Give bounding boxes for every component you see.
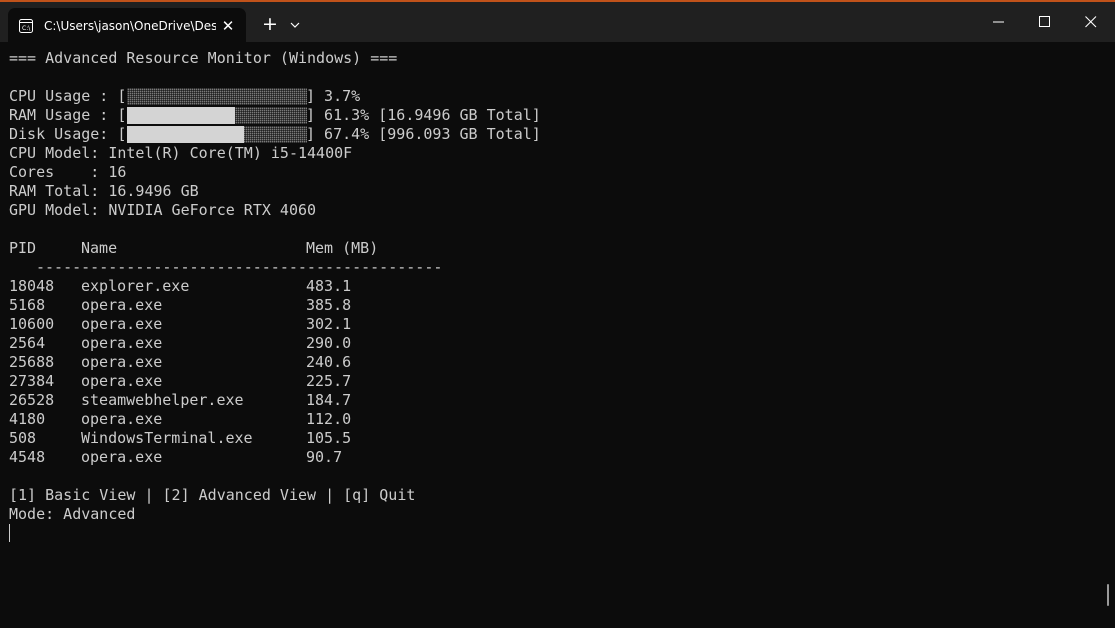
table-row-pid: 4548 <box>9 448 46 466</box>
table-row-name: opera.exe <box>81 448 163 466</box>
table-row-pid: 5168 <box>9 296 46 314</box>
cpu-model: CPU Model: Intel(R) Core(TM) i5-14400F <box>9 144 353 162</box>
close-window-button[interactable] <box>1068 2 1114 42</box>
ram-usage-label: RAM Usage : [ <box>9 106 127 124</box>
table-row-name: opera.exe <box>81 372 163 390</box>
mode-status: Mode: Advanced <box>9 505 136 523</box>
cpu-usage-label: CPU Usage : [ <box>9 87 127 105</box>
disk-usage-label: Disk Usage: [ <box>9 125 127 143</box>
ram-usage-bar-fill <box>127 107 235 124</box>
table-row-mem: 105.5 <box>306 429 352 447</box>
svg-text:C:\: C:\ <box>22 25 31 32</box>
table-separator: ----------------------------------------… <box>36 258 443 276</box>
table-row-name: opera.exe <box>81 334 163 352</box>
table-row-pid: 26528 <box>9 391 55 409</box>
minimize-button[interactable] <box>976 2 1022 42</box>
table-row-mem: 225.7 <box>306 372 352 390</box>
table-row-name: opera.exe <box>81 315 163 333</box>
table-header-mem: Mem (MB) <box>306 239 379 257</box>
terminal-window: C:\ C:\Users\jason\OneDrive\Desl ✕ + ===… <box>0 0 1115 628</box>
chevron-down-icon[interactable] <box>289 16 309 36</box>
gpu-model: GPU Model: NVIDIA GeForce RTX 4060 <box>9 201 317 219</box>
ram-usage-value: ] 61.3% [16.9496 GB Total] <box>306 106 541 124</box>
table-row-name: opera.exe <box>81 410 163 428</box>
table-row-mem: 385.8 <box>306 296 352 314</box>
minimize-icon <box>993 21 1004 23</box>
scrollbar-thumb[interactable] <box>1107 584 1109 606</box>
tab-close-icon[interactable]: ✕ <box>218 16 238 36</box>
table-row-pid: 25688 <box>9 353 55 371</box>
terminal-output[interactable]: === Advanced Resource Monitor (Windows) … <box>0 42 1115 628</box>
disk-usage-bar-fill <box>127 126 244 143</box>
new-tab-button[interactable]: + <box>258 13 282 37</box>
table-row-name: opera.exe <box>81 353 163 371</box>
tab-title: C:\Users\jason\OneDrive\Desl <box>44 19 216 33</box>
table-row-pid: 27384 <box>9 372 55 390</box>
terminal-tab[interactable]: C:\ C:\Users\jason\OneDrive\Desl ✕ <box>8 8 246 42</box>
ram-total: RAM Total: 16.9496 GB <box>9 182 199 200</box>
cpu-usage-value: ] 3.7% <box>306 87 361 105</box>
disk-usage-value: ] 67.4% [996.093 GB Total] <box>306 125 541 143</box>
maximize-button[interactable] <box>1022 2 1068 42</box>
command-prompt-icon: C:\ <box>19 18 33 33</box>
table-header-name: Name <box>81 239 118 257</box>
table-header-pid: PID <box>9 239 37 257</box>
text-cursor <box>9 524 10 542</box>
table-row-name: explorer.exe <box>81 277 190 295</box>
table-row-mem: 240.6 <box>306 353 352 371</box>
cpu-usage-bar-empty <box>127 88 307 105</box>
table-row-mem: 302.1 <box>306 315 352 333</box>
cores: Cores : 16 <box>9 163 127 181</box>
table-row-mem: 290.0 <box>306 334 352 352</box>
table-row-mem: 184.7 <box>306 391 352 409</box>
table-row-name: opera.exe <box>81 296 163 314</box>
table-row-pid: 2564 <box>9 334 46 352</box>
table-row-mem: 112.0 <box>306 410 352 428</box>
table-row-mem: 483.1 <box>306 277 352 295</box>
monitor-header: === Advanced Resource Monitor (Windows) … <box>9 49 398 67</box>
table-row-name: WindowsTerminal.exe <box>81 429 253 447</box>
table-row-name: steamwebhelper.exe <box>81 391 244 409</box>
table-row-pid: 4180 <box>9 410 46 428</box>
maximize-icon <box>1039 16 1050 27</box>
close-icon <box>1085 16 1097 28</box>
title-bar[interactable]: C:\ C:\Users\jason\OneDrive\Desl ✕ + <box>0 2 1115 42</box>
table-row-mem: 90.7 <box>306 448 343 466</box>
table-row-pid: 18048 <box>9 277 55 295</box>
table-row-pid: 10600 <box>9 315 55 333</box>
view-menu: [1] Basic View | [2] Advanced View | [q]… <box>9 486 416 504</box>
table-row-pid: 508 <box>9 429 37 447</box>
